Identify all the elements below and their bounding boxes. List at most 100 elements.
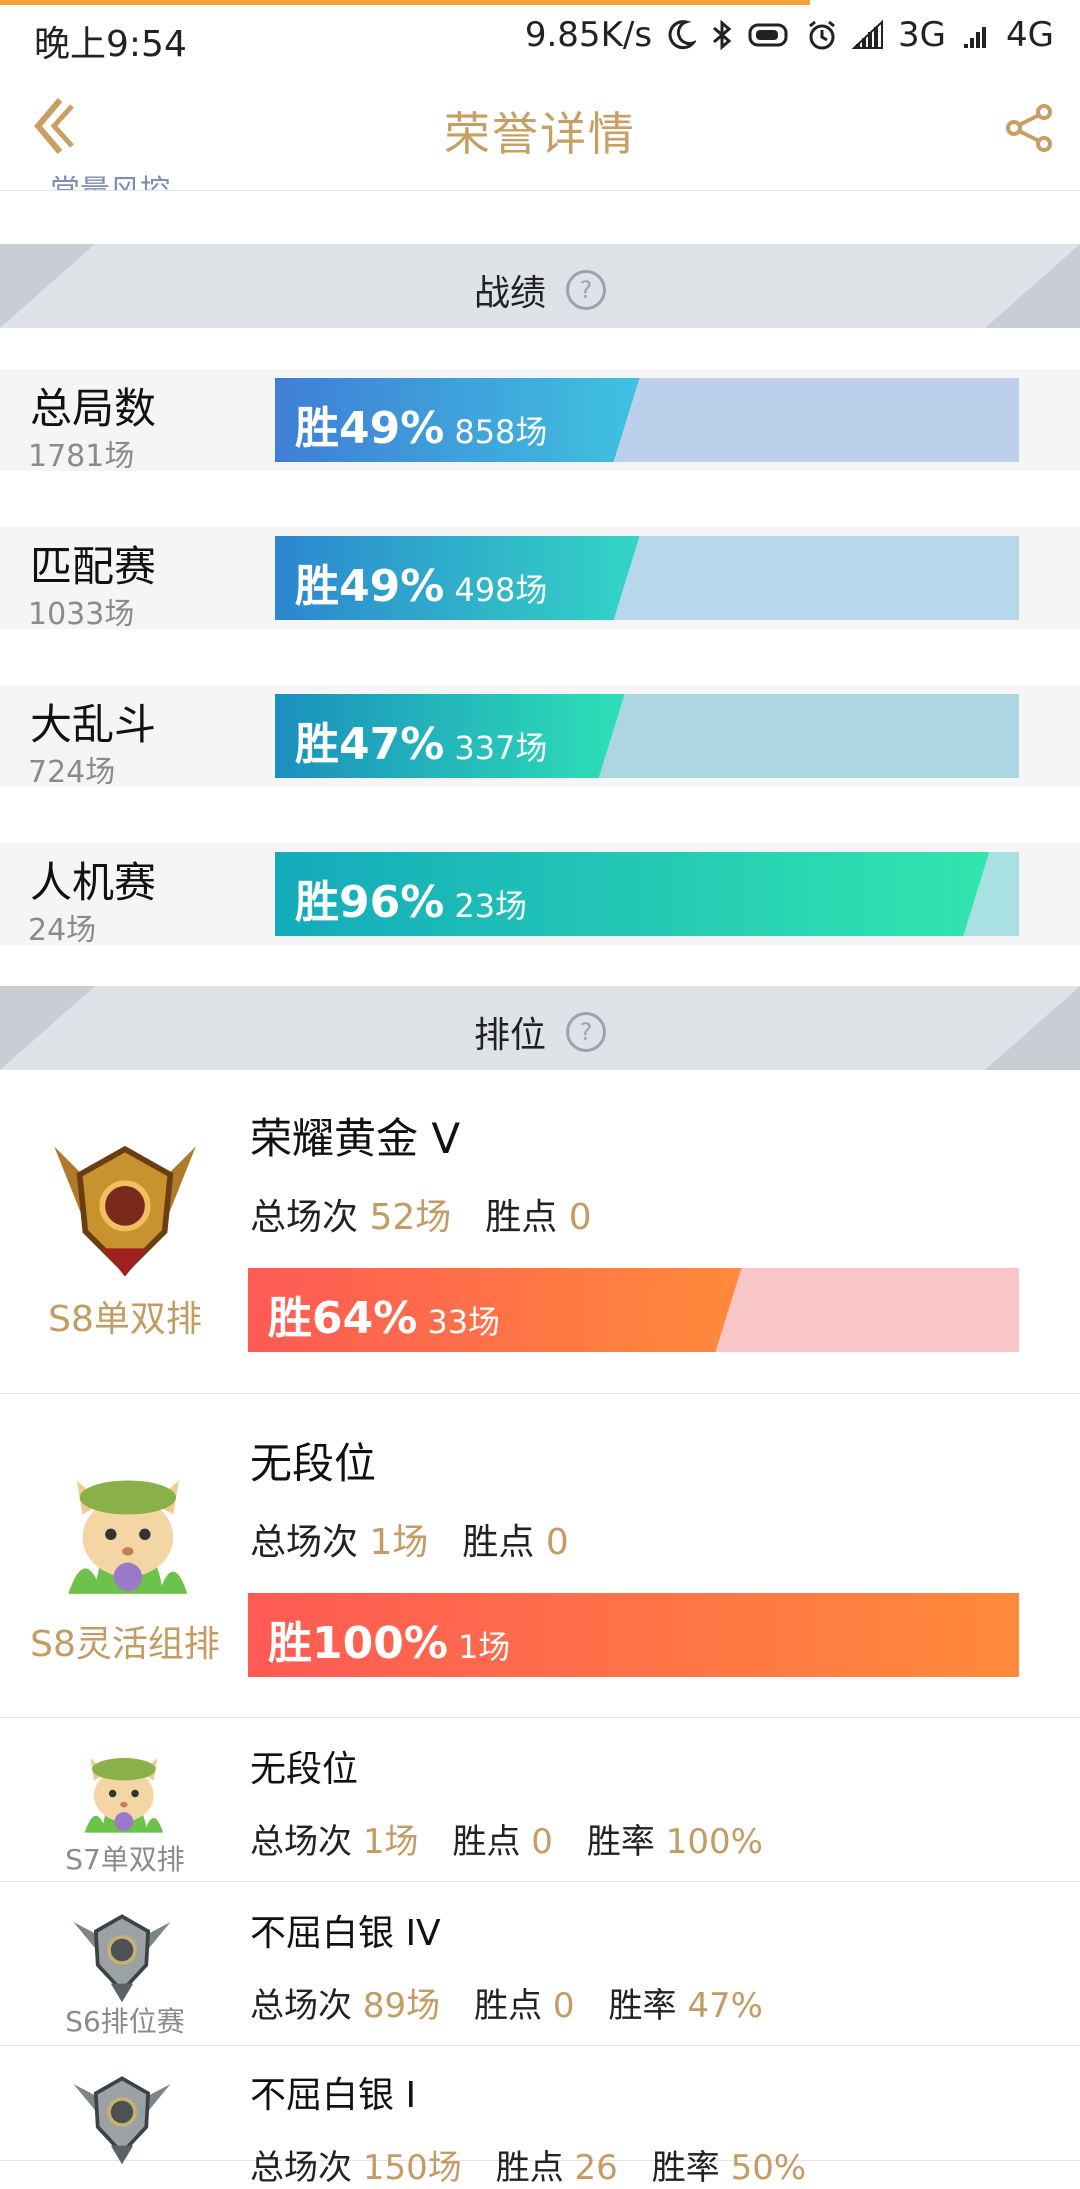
ranked-section-title: 排位 — [473, 1015, 546, 1056]
record-mode-name: 总局数 — [30, 384, 157, 433]
stat-label: 总场次 — [250, 1986, 363, 2026]
ranked-season-label: S7单双排 — [65, 1843, 185, 1876]
status-bar: 晚上9:54 9.85K/s 3G 4G — [0, 5, 1080, 65]
win-rate-label: 胜96% 23场 — [295, 866, 527, 930]
win-games: 337场 — [454, 729, 548, 767]
cutoff-text: 常量风控 — [50, 166, 170, 190]
stat-value: 0 — [545, 1522, 569, 1563]
record-row[interactable]: 人机赛 24场 胜96% 23场 — [0, 843, 1080, 948]
stat-label: 胜点 — [474, 1986, 553, 2026]
ranked-stats: 总场次 150场 胜点 26 胜率 50% — [250, 2140, 806, 2189]
win-games: 23场 — [454, 887, 528, 925]
record-total-count: 1781场 — [28, 439, 135, 474]
win-rate-label: 胜49% 858场 — [295, 392, 547, 456]
record-mode-name: 人机赛 — [30, 858, 157, 907]
record-row[interactable]: 大乱斗 724场 胜47% 337场 — [0, 685, 1080, 790]
stat-label: 总场次 — [250, 1522, 370, 1563]
stat-value: 52场 — [369, 1197, 452, 1238]
ranked-section-header: 排位? — [0, 986, 1080, 1070]
win-percent: 胜100% — [268, 1618, 448, 1669]
ranked-tier-title: 荣耀黄金 V — [250, 1114, 461, 1163]
teemo-avatar-icon — [68, 1480, 188, 1594]
ranked-tier-title: 无段位 — [250, 1439, 377, 1488]
stat-label: 胜点 — [485, 1197, 569, 1238]
stat-label: 胜率 — [586, 1822, 666, 1862]
ranked-stats: 总场次 89场 胜点 0 胜率 47% — [250, 1978, 763, 2027]
signal-icon — [852, 20, 884, 49]
record-total-count: 724场 — [28, 755, 116, 790]
record-row[interactable]: 匹配赛 1033场 胜49% 498场 — [0, 527, 1080, 632]
stat-label: 胜率 — [651, 2148, 731, 2188]
stat-value: 1场 — [362, 1822, 419, 1862]
win-games: 858场 — [454, 413, 548, 451]
moon-icon — [668, 20, 697, 50]
record-section-header: 战绩? — [0, 244, 1080, 328]
record-total-count: 24场 — [28, 913, 97, 948]
stat-value: 89场 — [362, 1986, 441, 2026]
stat-value: 26 — [574, 2148, 618, 2188]
win-rate-bar: 胜49% 858场 — [275, 378, 1019, 462]
help-icon[interactable]: ? — [566, 270, 606, 310]
record-mode-name: 大乱斗 — [30, 700, 157, 749]
share-icon[interactable] — [1006, 104, 1054, 152]
battery-icon — [748, 23, 788, 47]
gold-emblem-icon — [54, 1145, 196, 1277]
signal-icon-2 — [964, 27, 987, 48]
status-time: 晚上9:54 — [34, 24, 187, 65]
win-percent: 胜64% — [268, 1293, 418, 1344]
ranked-tier-title: 不屈白银 IV — [250, 1913, 441, 1954]
ranked-tier-title: 无段位 — [250, 1749, 359, 1790]
win-rate-label: 胜47% 337场 — [295, 708, 547, 772]
win-rate-label: 胜49% 498场 — [295, 550, 547, 614]
win-percent: 胜47% — [295, 719, 445, 770]
ranked-stats: 总场次 1场 胜点 0 胜率 100% — [250, 1814, 763, 1863]
record-section-title: 战绩 — [473, 273, 546, 314]
bluetooth-icon — [713, 19, 732, 51]
stat-value: 1场 — [369, 1522, 429, 1563]
stat-label: 总场次 — [250, 1822, 363, 1862]
ranked-season-label: S6排位赛 — [65, 2005, 185, 2038]
silver-emblem-icon — [73, 2076, 171, 2165]
page-title: 荣誉详情 — [444, 107, 636, 161]
ranked-stats: 总场次 1场 胜点 0 — [250, 1513, 569, 1565]
win-rate-bar: 胜47% 337场 — [275, 694, 1019, 778]
ranked-stats: 总场次 52场 胜点 0 — [250, 1188, 592, 1240]
network-type-1: 3G — [898, 15, 947, 55]
ranked-win-rate-bar: 胜100% 1场 — [248, 1593, 1019, 1677]
record-mode-name: 匹配赛 — [30, 542, 157, 591]
stat-label: 胜点 — [452, 1822, 532, 1862]
ranked-season-label: S8单双排 — [48, 1299, 202, 1340]
stat-value: 150场 — [362, 2148, 462, 2188]
win-games: 1场 — [457, 1628, 511, 1666]
stat-value: 0 — [552, 1986, 575, 2026]
stat-label: 胜率 — [608, 1986, 688, 2026]
ranked-win-label: 胜100% 1场 — [268, 1607, 510, 1671]
win-rate-bar: 胜96% 23场 — [275, 852, 1019, 936]
ranked-win-rate-bar: 胜64% 33场 — [248, 1268, 1019, 1352]
stat-value: 0 — [568, 1197, 592, 1238]
ranked-win-label: 胜64% 33场 — [268, 1282, 500, 1346]
alarm-icon — [809, 20, 835, 50]
win-percent: 胜49% — [295, 561, 445, 612]
network-speed: 9.85K/s — [524, 15, 653, 55]
record-total-count: 1033场 — [28, 597, 135, 632]
stat-label: 总场次 — [250, 2148, 363, 2188]
win-rate-bar: 胜49% 498场 — [275, 536, 1019, 620]
help-icon[interactable]: ? — [566, 1012, 606, 1052]
win-percent: 胜49% — [295, 403, 445, 454]
stat-value: 100% — [665, 1822, 763, 1862]
network-type-2: 4G — [1006, 15, 1054, 55]
silver-emblem-icon — [73, 1914, 171, 2003]
stat-value: 50% — [730, 2148, 807, 2188]
win-percent: 胜96% — [295, 877, 445, 928]
teemo-avatar-icon — [84, 1758, 164, 1833]
stat-label: 胜点 — [495, 2148, 575, 2188]
stat-label: 总场次 — [250, 1197, 370, 1238]
ranked-season-label: S8灵活组排 — [30, 1624, 220, 1665]
stat-value: 47% — [687, 1986, 763, 2026]
record-row[interactable]: 总局数 1781场 胜49% 858场 — [0, 369, 1080, 474]
stat-value: 0 — [531, 1822, 553, 1862]
win-games: 498场 — [454, 571, 548, 609]
ranked-tier-title: 不屈白银 I — [250, 2075, 417, 2116]
win-games: 33场 — [427, 1303, 501, 1341]
